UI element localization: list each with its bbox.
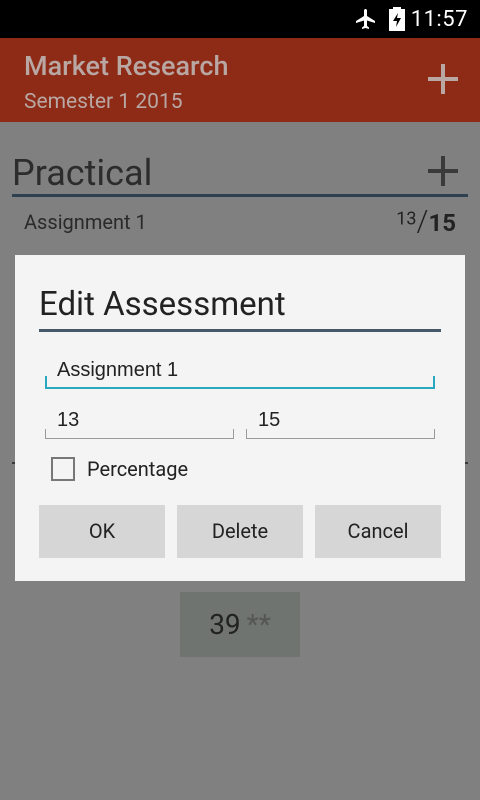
section-title: Practical [12,152,153,194]
dialog-title-divider [39,329,441,332]
delete-button[interactable]: Delete [177,505,303,558]
battery-charging-icon [389,7,405,31]
airplane-icon [356,9,375,29]
plus-icon[interactable] [426,62,460,96]
status-bar: 11:57 [0,0,480,38]
add-assessment-plus-icon[interactable] [426,154,460,188]
name-input-underline [45,376,435,389]
ok-button[interactable]: OK [39,505,165,558]
assessment-score[interactable]: 13/15 [396,204,456,239]
course-title: Market Research [24,50,229,82]
total-box: 39 ** [180,592,300,657]
percentage-label[interactable]: Percentage [87,457,188,481]
edit-assessment-dialog: Edit Assessment Percentage OK Delete Can… [15,255,465,581]
score-input-underline [45,429,234,439]
score-value: 13 [396,208,417,230]
assessment-name[interactable]: Assignment 1 [24,210,147,234]
dialog-title: Edit Assessment [39,285,286,324]
percentage-checkbox[interactable] [51,457,75,481]
total-value: 39 [209,608,241,641]
section-divider [12,194,468,197]
score-total: 15 [428,209,456,237]
action-bar: Market Research Semester 1 2015 [0,38,480,122]
cancel-button[interactable]: Cancel [315,505,441,558]
clock: 11:57 [410,7,468,32]
score-slash: / [416,204,429,239]
total-stars: ** [246,608,271,641]
total-input-underline [246,429,435,439]
course-subtitle: Semester 1 2015 [24,90,183,114]
